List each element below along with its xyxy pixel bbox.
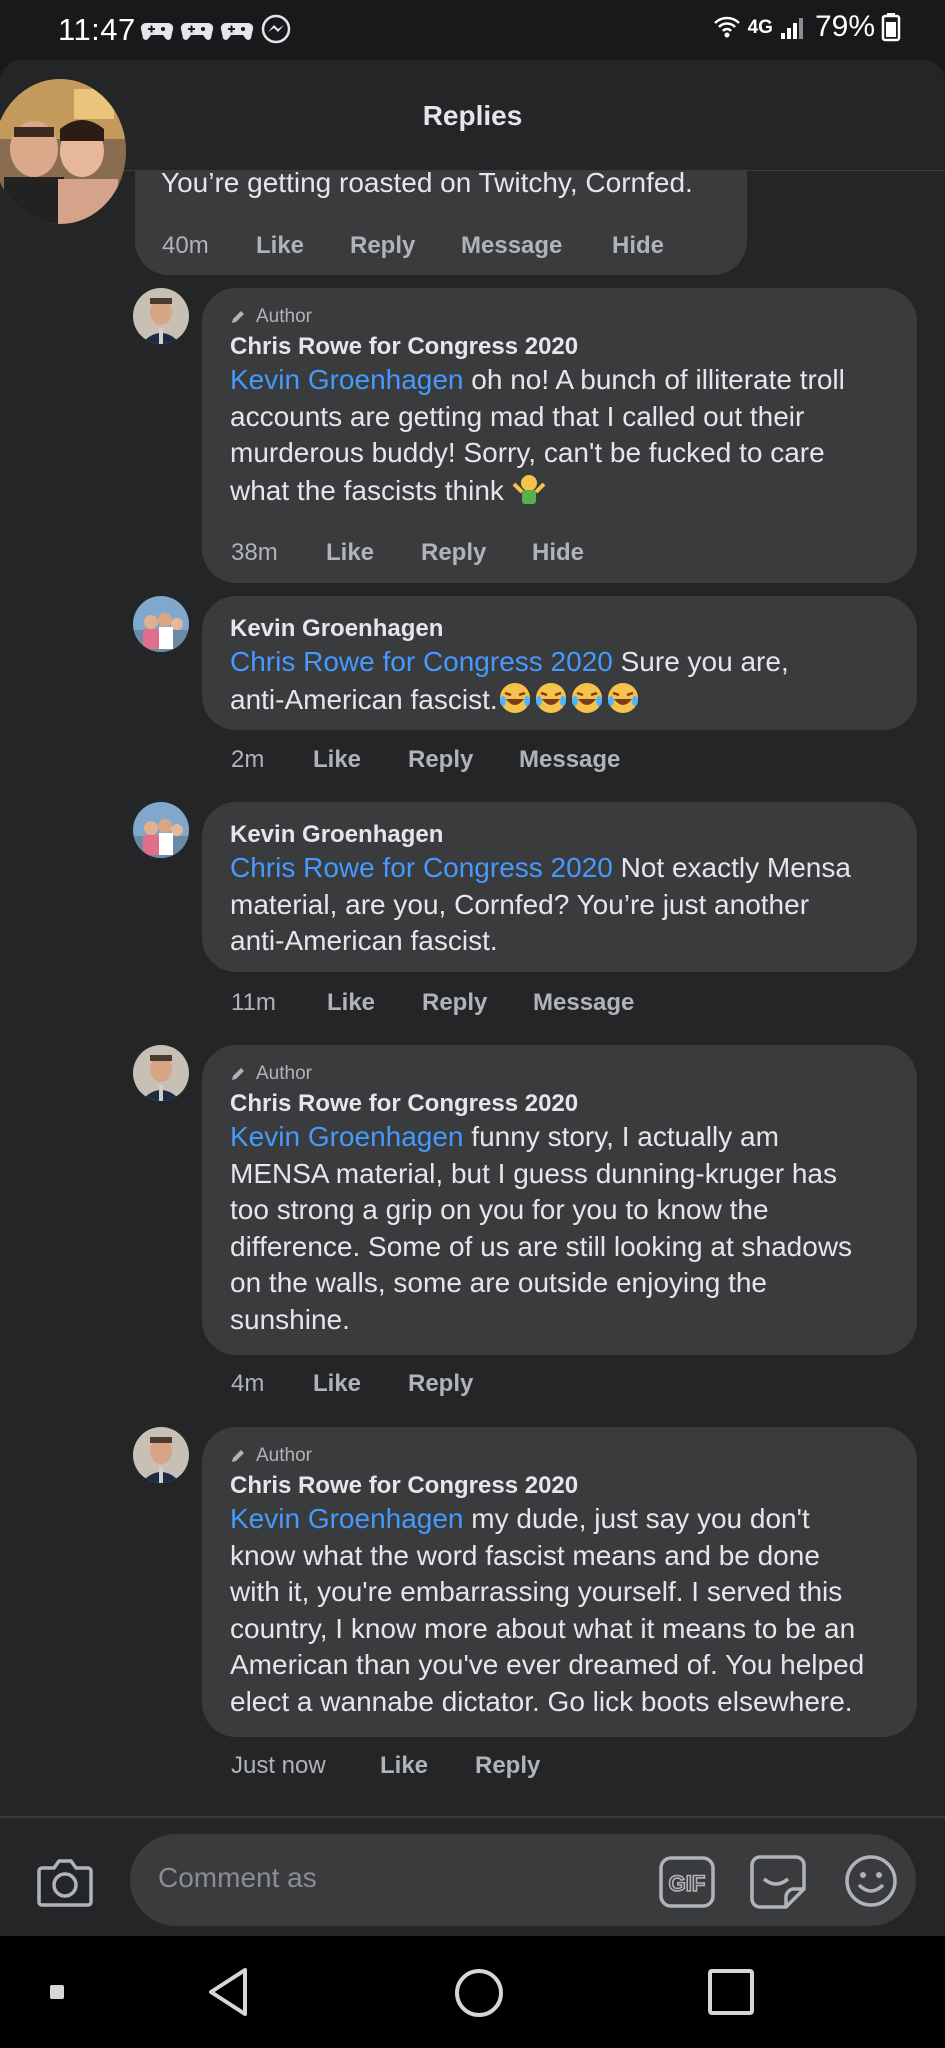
comment-body: Kevin Groenhagen my dude, just say you d… — [230, 1503, 865, 1717]
replies-panel: You’re getting roasted on Twitchy, Cornf… — [0, 60, 945, 1816]
commenter-name[interactable]: Chris Rowe for Congress 2020 — [230, 1089, 889, 1119]
like-button[interactable]: Like — [256, 232, 350, 260]
mention-link[interactable]: Kevin Groenhagen — [230, 1503, 464, 1534]
comment-timestamp: 38m — [231, 539, 278, 566]
sticker-icon[interactable] — [750, 1853, 806, 1909]
commenter-name[interactable]: Kevin Groenhagen — [230, 614, 889, 644]
comment-timestamp: 2m — [231, 746, 265, 773]
like-button[interactable]: Like — [326, 539, 421, 567]
comment-timestamp: 4m — [231, 1370, 265, 1397]
recent-apps-icon[interactable] — [708, 1969, 754, 2015]
panel-header: Replies — [0, 60, 945, 171]
battery-percent: 79% — [814, 10, 875, 43]
home-icon[interactable] — [455, 1969, 503, 2017]
comment-timestamp: Just now — [231, 1752, 326, 1779]
laughing-emoji-icon — [498, 682, 642, 715]
avatar[interactable] — [133, 1427, 189, 1483]
comment-actions: 2m Like Reply Message — [231, 746, 620, 774]
comment-bubble[interactable]: Kevin Groenhagen Chris Rowe for Congress… — [202, 596, 917, 730]
comment-composer: Comment as GIF — [0, 1816, 945, 1936]
hide-button[interactable]: Hide — [612, 232, 664, 260]
mention-link[interactable]: Chris Rowe for Congress 2020 — [230, 646, 613, 677]
reply-button[interactable]: Reply — [408, 1370, 473, 1398]
reply-button[interactable]: Reply — [421, 539, 532, 567]
panel-title: Replies — [422, 100, 523, 131]
author-label: Author — [256, 306, 312, 327]
pencil-icon — [232, 311, 244, 323]
status-right: 4G 79% — [712, 10, 901, 44]
like-button[interactable]: Like — [313, 1370, 408, 1398]
reply-button[interactable]: Reply — [475, 1752, 540, 1780]
message-button[interactable]: Message — [461, 232, 612, 260]
like-button[interactable]: Like — [380, 1752, 475, 1780]
reply-button[interactable]: Reply — [350, 232, 461, 260]
network-type: 4G — [747, 16, 773, 38]
comment-bubble[interactable]: Kevin Groenhagen Chris Rowe for Congress… — [202, 802, 917, 972]
notification-icons — [140, 14, 294, 44]
comment-bubble[interactable]: Author Chris Rowe for Congress 2020 Kevi… — [202, 1427, 917, 1737]
system-nav-bar — [0, 1936, 945, 2048]
messenger-icon — [261, 14, 291, 44]
comment-timestamp: 40m — [162, 232, 209, 259]
avatar[interactable] — [133, 596, 189, 652]
author-label: Author — [256, 1063, 312, 1084]
like-button[interactable]: Like — [313, 746, 408, 774]
reply-button[interactable]: Reply — [422, 989, 533, 1017]
comment-timestamp: 11m — [231, 989, 276, 1016]
avatar[interactable] — [0, 79, 126, 224]
smile-icon[interactable] — [843, 1853, 899, 1909]
commenter-name[interactable]: Chris Rowe for Congress 2020 — [230, 1471, 889, 1501]
game-controller-icon — [140, 22, 174, 40]
comment-bubble[interactable]: Author Chris Rowe for Congress 2020 Kevi… — [202, 1045, 917, 1355]
signal-icon — [780, 18, 803, 39]
parent-comment-text-visible: You’re getting roasted on Twitchy, Cornf… — [161, 167, 693, 198]
comment-actions: 38m Like Reply Hide — [231, 539, 584, 567]
pencil-icon — [232, 1068, 244, 1080]
comment-actions: 4m Like Reply — [231, 1370, 473, 1398]
shrug-emoji-icon — [512, 474, 546, 504]
pencil-icon — [232, 1450, 244, 1462]
avatar[interactable] — [133, 802, 189, 858]
author-badge: Author — [230, 1061, 889, 1087]
mention-link[interactable]: Kevin Groenhagen — [230, 1121, 464, 1152]
commenter-name[interactable]: Chris Rowe for Congress 2020 — [230, 332, 889, 362]
status-bar: 11:47 4G 79% — [0, 0, 945, 60]
message-button[interactable]: Message — [533, 989, 634, 1017]
avatar[interactable] — [133, 288, 189, 344]
comment-body: Chris Rowe for Congress 2020 Sure you ar… — [230, 646, 789, 715]
parent-comment-actions: 40m Like Reply Message Hide — [162, 232, 664, 260]
comment-body: Kevin Groenhagen funny story, I actually… — [230, 1121, 853, 1335]
svg-text:GIF: GIF — [669, 1871, 706, 1896]
back-icon[interactable] — [205, 1966, 251, 2018]
comment-placeholder: Comment as — [158, 1862, 317, 1893]
game-controller-icon — [220, 22, 254, 40]
comment-actions: Just now Like Reply — [231, 1752, 540, 1780]
comment-input[interactable]: Comment as GIF — [130, 1834, 916, 1926]
like-button[interactable]: Like — [327, 989, 422, 1017]
hide-button[interactable]: Hide — [532, 539, 584, 567]
battery-icon — [881, 13, 901, 42]
game-controller-icon — [180, 22, 214, 40]
wifi-icon — [713, 16, 740, 38]
reply-button[interactable]: Reply — [408, 746, 519, 774]
author-badge: Author — [230, 1443, 889, 1469]
camera-icon[interactable] — [36, 1856, 94, 1908]
author-badge: Author — [230, 304, 889, 330]
mention-link[interactable]: Chris Rowe for Congress 2020 — [230, 852, 613, 883]
comment-body: Chris Rowe for Congress 2020 Not exactly… — [230, 852, 851, 956]
status-time: 11:47 — [58, 12, 136, 47]
comment-body: Kevin Groenhagen oh no! A bunch of illit… — [230, 364, 845, 506]
gif-icon[interactable]: GIF — [659, 1856, 715, 1908]
author-label: Author — [256, 1445, 312, 1466]
avatar[interactable] — [133, 1045, 189, 1101]
comment-actions: 11m Like Reply Message — [231, 989, 634, 1017]
commenter-name[interactable]: Kevin Groenhagen — [230, 820, 889, 850]
message-button[interactable]: Message — [519, 746, 620, 774]
mention-link[interactable]: Kevin Groenhagen — [230, 364, 464, 395]
nav-menu-dot-icon[interactable] — [50, 1985, 64, 1999]
